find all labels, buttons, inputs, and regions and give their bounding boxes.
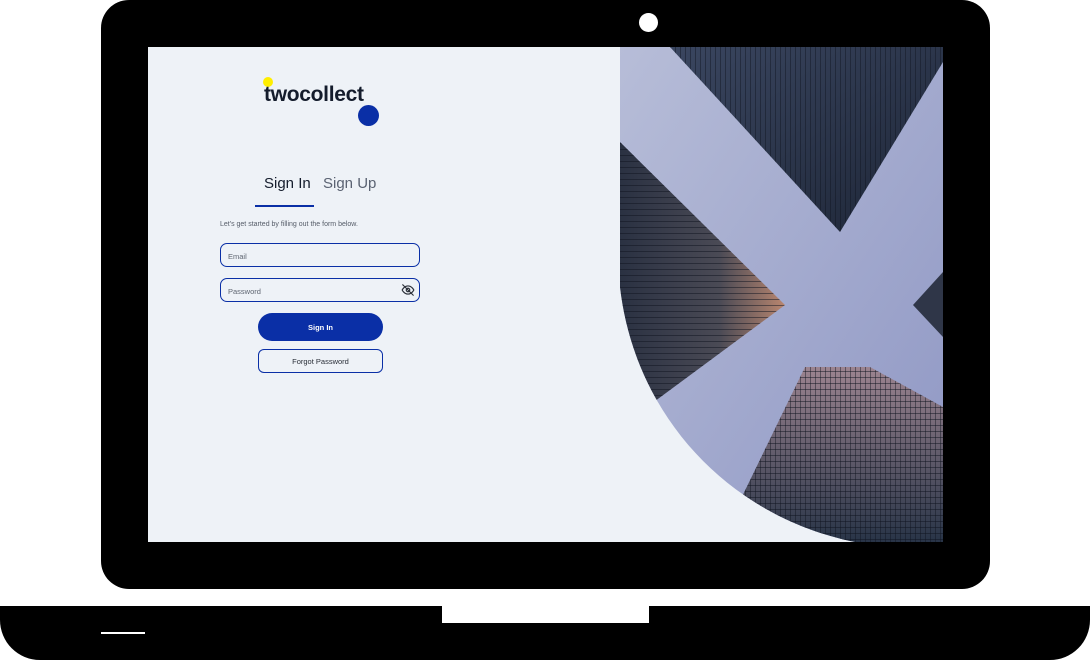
password-field-wrapper	[220, 278, 420, 302]
logo-text: twocollect	[264, 83, 364, 106]
eye-off-icon[interactable]	[401, 283, 415, 297]
form-subtitle: Let's get started by filling out the for…	[220, 221, 358, 228]
skyscrapers-hero-image	[620, 47, 943, 542]
brand-logo: twocollect	[263, 77, 383, 129]
auth-tabs: Sign In Sign Up	[255, 175, 380, 207]
tab-sign-in[interactable]: Sign In	[264, 175, 311, 192]
laptop-base-indicator	[101, 632, 145, 634]
webcam-icon	[639, 13, 658, 32]
forgot-password-button[interactable]: Forgot Password	[258, 349, 383, 373]
laptop-base-notch	[442, 606, 649, 623]
logo-blue-dot	[358, 105, 379, 126]
password-field[interactable]	[226, 282, 400, 300]
email-field[interactable]	[226, 247, 400, 265]
active-tab-indicator	[255, 205, 314, 207]
login-screen: twocollect Sign In Sign Up Let's get sta…	[148, 47, 943, 542]
sign-in-button[interactable]: Sign In	[258, 313, 383, 341]
tab-sign-up[interactable]: Sign Up	[323, 175, 376, 192]
email-field-wrapper	[220, 243, 420, 267]
